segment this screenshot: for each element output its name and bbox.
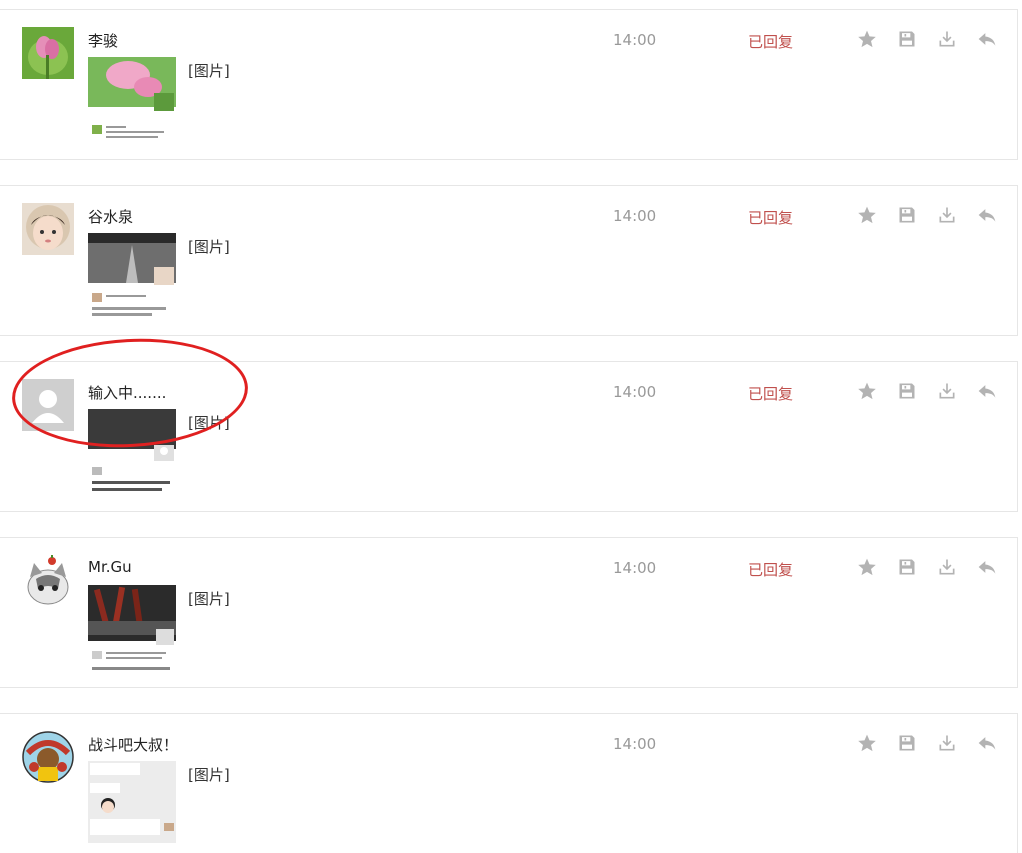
attachment-label: [图片]	[188, 238, 230, 256]
attachment-label: [图片]	[188, 590, 230, 608]
star-icon[interactable]	[856, 732, 878, 754]
reply-icon[interactable]	[976, 28, 998, 50]
message-actions	[856, 556, 998, 578]
star-icon[interactable]	[856, 380, 878, 402]
reply-icon[interactable]	[976, 732, 998, 754]
avatar[interactable]	[22, 555, 74, 607]
image-thumbnail[interactable]	[88, 409, 176, 497]
download-icon[interactable]	[936, 380, 958, 402]
message-item[interactable]: 谷水泉 [图片] 14:00 已回复	[0, 185, 1018, 336]
image-thumbnail[interactable]	[88, 57, 176, 145]
sender-name[interactable]: Mr.Gu	[88, 558, 132, 576]
reply-icon[interactable]	[976, 556, 998, 578]
star-icon[interactable]	[856, 204, 878, 226]
message-item[interactable]: 输入中....... [图片] 14:00 已回复	[0, 361, 1018, 512]
floppy-disk-icon[interactable]	[896, 732, 918, 754]
reply-status: 已回复	[748, 561, 794, 579]
image-thumbnail[interactable]	[88, 761, 176, 843]
message-time: 14:00	[613, 31, 657, 49]
reply-status: 已回复	[748, 33, 794, 51]
reply-icon[interactable]	[976, 380, 998, 402]
attachment-label: [图片]	[188, 414, 230, 432]
sender-name[interactable]: 谷水泉	[88, 206, 133, 227]
avatar[interactable]	[22, 379, 74, 431]
floppy-disk-icon[interactable]	[896, 28, 918, 50]
image-thumbnail[interactable]	[88, 585, 176, 673]
reply-icon[interactable]	[976, 204, 998, 226]
message-time: 14:00	[613, 735, 657, 753]
reply-status: 已回复	[748, 209, 794, 227]
sender-name[interactable]: 输入中.......	[88, 382, 166, 403]
attachment-label: [图片]	[188, 766, 230, 784]
download-icon[interactable]	[936, 204, 958, 226]
reply-status: 已回复	[748, 385, 794, 403]
message-item[interactable]: Mr.Gu [图片] 14:00 已回复	[0, 537, 1018, 688]
avatar[interactable]	[22, 27, 74, 79]
avatar[interactable]	[22, 731, 74, 783]
sender-name[interactable]: 李骏	[88, 30, 118, 51]
avatar[interactable]	[22, 203, 74, 255]
floppy-disk-icon[interactable]	[896, 380, 918, 402]
message-time: 14:00	[613, 383, 657, 401]
floppy-disk-icon[interactable]	[896, 556, 918, 578]
star-icon[interactable]	[856, 556, 878, 578]
message-actions	[856, 380, 998, 402]
sender-name[interactable]: 战斗吧大叔！	[88, 734, 178, 755]
message-actions	[856, 732, 998, 754]
message-item[interactable]: 李骏 [图片] 14:00 已回复	[0, 9, 1018, 160]
message-time: 14:00	[613, 207, 657, 225]
message-time: 14:00	[613, 559, 657, 577]
image-thumbnail[interactable]	[88, 233, 176, 321]
download-icon[interactable]	[936, 556, 958, 578]
download-icon[interactable]	[936, 732, 958, 754]
floppy-disk-icon[interactable]	[896, 204, 918, 226]
star-icon[interactable]	[856, 28, 878, 50]
message-actions	[856, 204, 998, 226]
attachment-label: [图片]	[188, 62, 230, 80]
download-icon[interactable]	[936, 28, 958, 50]
message-item[interactable]: 战斗吧大叔！ [图片] 14:00	[0, 713, 1018, 853]
message-actions	[856, 28, 998, 50]
